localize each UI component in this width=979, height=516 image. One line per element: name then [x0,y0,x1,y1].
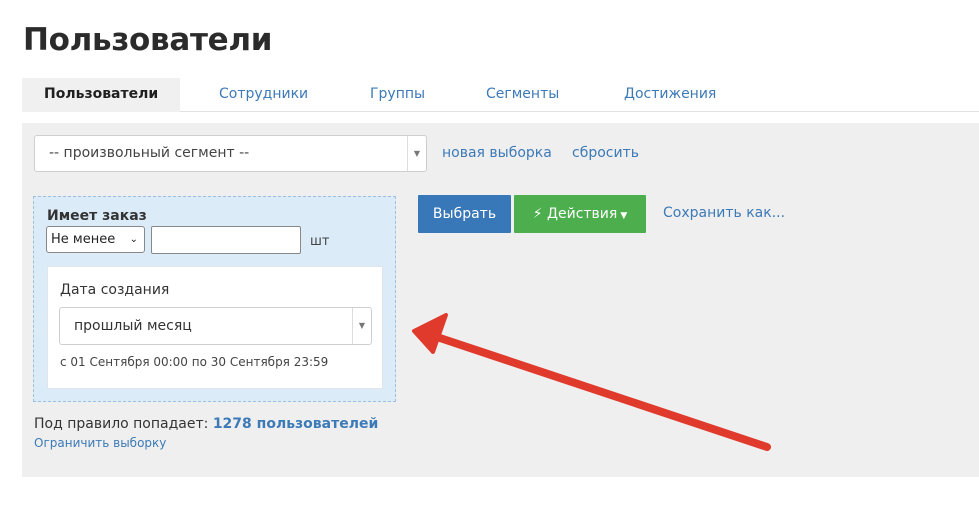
condition-select-value: Не менее [51,232,116,247]
new-selection-link[interactable]: новая выборка [442,145,552,161]
rule-block: Имеет заказ Не менее ⌄ шт Дата создания … [33,196,396,402]
reset-link[interactable]: сбросить [572,145,639,161]
period-select[interactable]: прошлый месяц ▼ [59,307,372,345]
filter-panel: -- произвольный сегмент -- ▼ новая выбор… [22,123,979,477]
dropdown-arrow-icon: ▼ [352,308,371,344]
save-as-link[interactable]: Сохранить как... [663,205,785,221]
date-label: Дата создания [60,282,170,298]
result-summary: Под правило попадает: 1278 пользователей [34,416,378,432]
segment-select-value: -- произвольный сегмент -- [49,145,250,161]
chevron-down-icon: ⌄ [129,234,138,245]
select-button[interactable]: Выбрать [418,195,511,233]
dropdown-arrow-icon: ▼ [407,136,426,171]
actions-button-label: Действия [547,206,618,222]
date-range-text: с 01 Сентября 00:00 по 30 Сентября 23:59 [60,355,329,369]
quantity-input[interactable] [151,226,301,254]
lightning-icon: ⚡ [532,206,543,222]
tab-segments[interactable]: Сегменты [486,78,559,112]
limit-selection-link[interactable]: Ограничить выборку [34,436,166,450]
caret-down-icon: ▼ [620,211,628,221]
tab-bar: Пользователи Сотрудники Группы Сегменты … [22,78,979,112]
tab-achievements[interactable]: Достижения [624,78,716,112]
tab-employees[interactable]: Сотрудники [219,78,308,112]
page: Пользователи Пользователи Сотрудники Гру… [0,0,979,516]
result-count-link[interactable]: 1278 пользователей [213,416,378,432]
result-prefix: Под правило попадает: [34,416,209,432]
quantity-unit: шт [310,234,330,249]
tab-groups[interactable]: Группы [370,78,425,112]
date-condition-card: Дата создания прошлый месяц ▼ с 01 Сентя… [47,266,383,389]
tab-users[interactable]: Пользователи [22,78,181,112]
page-title: Пользователи [23,22,273,58]
period-select-value: прошлый месяц [74,318,192,334]
actions-button[interactable]: ⚡ Действия ▼ [514,195,646,233]
rule-title: Имеет заказ [47,208,147,224]
segment-select[interactable]: -- произвольный сегмент -- ▼ [34,135,427,172]
condition-select[interactable]: Не менее ⌄ [46,226,145,253]
